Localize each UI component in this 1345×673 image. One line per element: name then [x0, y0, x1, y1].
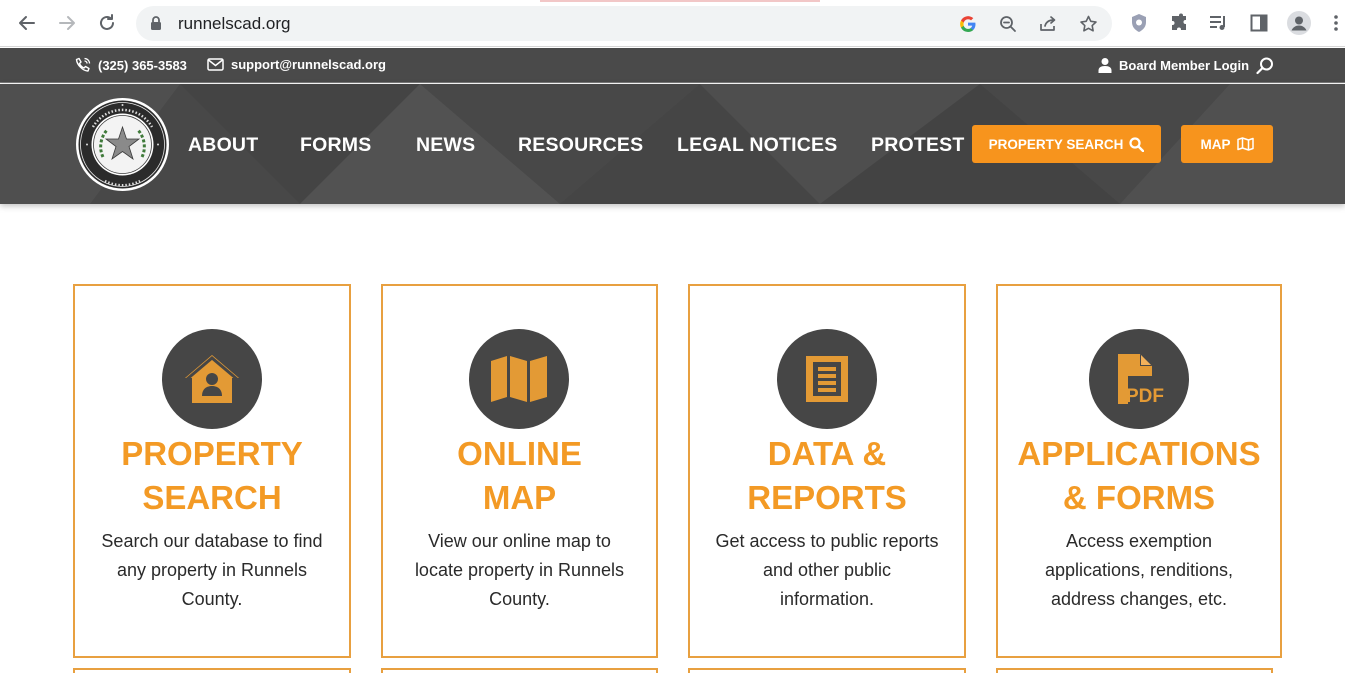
property-search-label: PROPERTY SEARCH — [988, 136, 1124, 152]
back-button[interactable] — [14, 10, 40, 36]
nav-about[interactable]: ABOUT — [188, 134, 258, 157]
house-user-icon — [185, 355, 239, 403]
card-next-row[interactable] — [73, 668, 351, 673]
forward-button[interactable] — [54, 10, 80, 36]
card-title-line: SEARCH — [142, 479, 282, 516]
extension-shield-icon[interactable] — [1128, 12, 1150, 34]
site-header: ABOUT FORMS NEWS RESOURCES LEGAL NOTICES… — [0, 84, 1345, 204]
pdf-icon: PDF — [1118, 354, 1164, 406]
card-description-line: locate property in Runnels — [414, 560, 625, 580]
card-title-line: ONLINE — [457, 435, 582, 472]
back-arrow-icon — [19, 16, 35, 30]
card-description-line: address changes, etc. — [1050, 589, 1228, 609]
browser-menu-icon[interactable] — [1330, 12, 1342, 34]
share-icon[interactable] — [1038, 14, 1058, 34]
loading-indicator — [540, 0, 820, 2]
map-label: MAP — [1200, 136, 1231, 152]
zoom-out-icon[interactable] — [998, 14, 1018, 34]
card-description: View our online map to locate property i… — [401, 527, 638, 614]
card-icon-circle — [162, 329, 262, 429]
envelope-icon — [207, 58, 224, 71]
card-description-line: View our online map to — [428, 531, 611, 551]
email-link[interactable]: support@runnelscad.org — [207, 57, 386, 72]
user-icon — [1098, 58, 1112, 73]
card-icon-circle: PDF — [1089, 329, 1189, 429]
phone-number[interactable]: (325) 365-3583 — [98, 58, 187, 73]
card-applications-forms[interactable]: PDF APPLICATIONS & FORMS Access exemptio… — [996, 284, 1282, 658]
card-description-line: County. — [489, 589, 550, 609]
document-icon — [806, 356, 848, 402]
map-icon — [491, 356, 547, 402]
card-title: DATA & REPORTS — [690, 432, 964, 520]
card-description-line: County. — [181, 589, 243, 609]
site-search-button[interactable] — [1256, 57, 1274, 75]
card-title-line: APPLICATIONS — [1017, 435, 1261, 472]
phone-icon — [75, 57, 91, 72]
card-description: Get access to public reports and other p… — [708, 527, 946, 614]
nav-protest[interactable]: PROTEST — [871, 134, 965, 157]
bookmark-star-icon[interactable] — [1078, 14, 1098, 34]
board-login-label[interactable]: Board Member Login — [1119, 58, 1249, 73]
board-login-link[interactable]: Board Member Login — [1098, 57, 1249, 73]
card-title-line: & FORMS — [1062, 479, 1216, 516]
card-description-line: any property in Runnels — [116, 560, 308, 580]
search-icon — [1256, 57, 1273, 75]
card-online-map[interactable]: ONLINE MAP View our online map to locate… — [381, 284, 658, 658]
card-description-line: Get access to public reports — [715, 531, 939, 551]
card-title-line: DATA & — [767, 435, 887, 472]
card-description: Search our database to find any property… — [93, 527, 331, 614]
card-property-search[interactable]: PROPERTY SEARCH Search our database to f… — [73, 284, 351, 658]
card-next-row[interactable] — [381, 668, 658, 673]
extensions-puzzle-icon[interactable] — [1168, 12, 1190, 34]
svg-text:PDF: PDF — [1126, 386, 1164, 406]
card-description-line: and other public — [762, 560, 892, 580]
address-bar[interactable]: runnelscad.org — [136, 6, 1112, 41]
card-description-line: applications, renditions, — [1044, 560, 1234, 580]
nav-news[interactable]: NEWS — [416, 134, 475, 157]
runnels-cad-seal-logo[interactable] — [75, 97, 170, 192]
card-title: PROPERTY SEARCH — [75, 432, 349, 520]
card-title-line: PROPERTY — [121, 435, 303, 472]
card-icon-circle — [777, 329, 877, 429]
map-button[interactable]: MAP — [1181, 125, 1273, 163]
google-icon[interactable] — [958, 14, 978, 34]
nav-legal-notices[interactable]: LEGAL NOTICES — [677, 134, 837, 157]
card-next-row[interactable] — [688, 668, 966, 673]
card-description-line: information. — [779, 589, 875, 609]
site-topbar: (325) 365-3583 support@runnelscad.org Bo… — [0, 48, 1345, 83]
url-text[interactable]: runnelscad.org — [178, 14, 290, 34]
card-title-line: REPORTS — [747, 479, 907, 516]
forward-arrow-icon — [59, 16, 75, 30]
card-description-line: Search our database to find — [101, 531, 323, 551]
media-control-icon[interactable] — [1207, 12, 1229, 34]
profile-avatar-icon[interactable] — [1287, 11, 1311, 35]
nav-resources[interactable]: RESOURCES — [518, 134, 643, 157]
search-icon — [1129, 136, 1145, 152]
property-search-button[interactable]: PROPERTY SEARCH — [972, 125, 1161, 163]
side-panel-icon[interactable] — [1248, 12, 1270, 34]
reload-icon — [100, 14, 114, 30]
card-next-row[interactable] — [996, 668, 1273, 673]
phone-link[interactable]: (325) 365-3583 — [75, 57, 187, 73]
email-address[interactable]: support@runnelscad.org — [231, 57, 386, 72]
card-title-line: MAP — [482, 479, 557, 516]
card-title: ONLINE MAP — [383, 432, 656, 520]
nav-forms[interactable]: FORMS — [300, 134, 371, 157]
card-description-line: Access exemption — [1065, 531, 1213, 551]
card-data-reports[interactable]: DATA & REPORTS Get access to public repo… — [688, 284, 966, 658]
card-icon-circle — [469, 329, 569, 429]
lock-icon — [151, 16, 161, 30]
card-description: Access exemption applications, rendition… — [1016, 527, 1262, 614]
card-title: APPLICATIONS & FORMS — [998, 432, 1280, 520]
browser-toolbar: runnelscad.org — [0, 0, 1345, 47]
reload-button[interactable] — [94, 10, 120, 36]
map-icon — [1236, 137, 1254, 151]
